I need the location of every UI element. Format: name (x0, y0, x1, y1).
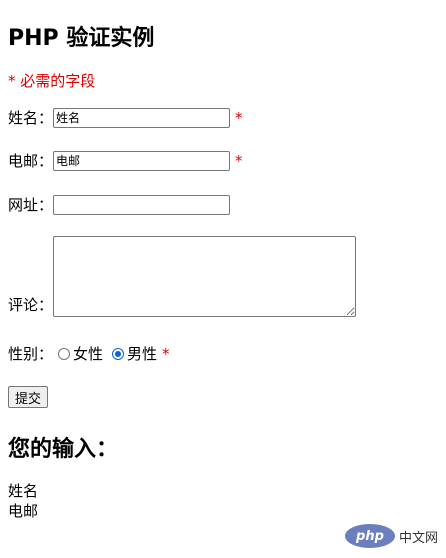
gender-radio-female[interactable] (58, 347, 71, 360)
comment-row: 评论： (8, 236, 357, 317)
gender-radio-male[interactable] (112, 347, 125, 360)
name-input[interactable] (53, 107, 231, 128)
gender-row: 性别： 女性 男性 * (8, 343, 170, 364)
required-note: * 必需的字段 (8, 72, 96, 90)
name-required-mark: * (235, 108, 243, 127)
gender-option-female-label: 女性 (73, 345, 104, 363)
gender-required-mark: * (162, 344, 170, 363)
page-title: PHP 验证实例 (8, 26, 155, 51)
output-heading: 您的输入： (8, 437, 119, 462)
name-row: 姓名： * (8, 107, 243, 128)
name-label: 姓名： (8, 109, 54, 127)
website-row: 网址： (8, 194, 231, 215)
submit-button[interactable]: 提交 (8, 386, 49, 408)
website-label: 网址： (8, 196, 54, 214)
comment-label: 评论： (8, 296, 54, 314)
comment-textarea[interactable] (53, 236, 357, 317)
email-required-mark: * (235, 151, 243, 170)
output-name: 姓名 (8, 482, 39, 500)
site-watermark: php 中文网 (344, 524, 438, 548)
output-email: 电邮 (8, 502, 39, 520)
email-label: 电邮： (8, 152, 54, 170)
watermark-text: 中文网 (398, 530, 438, 546)
php-logo-icon: php (344, 524, 395, 548)
gender-label: 性别： (8, 345, 54, 363)
gender-option-male-label: 男性 (127, 345, 158, 363)
email-row: 电邮： * (8, 150, 243, 171)
website-input[interactable] (53, 194, 231, 215)
email-input[interactable] (53, 150, 231, 171)
